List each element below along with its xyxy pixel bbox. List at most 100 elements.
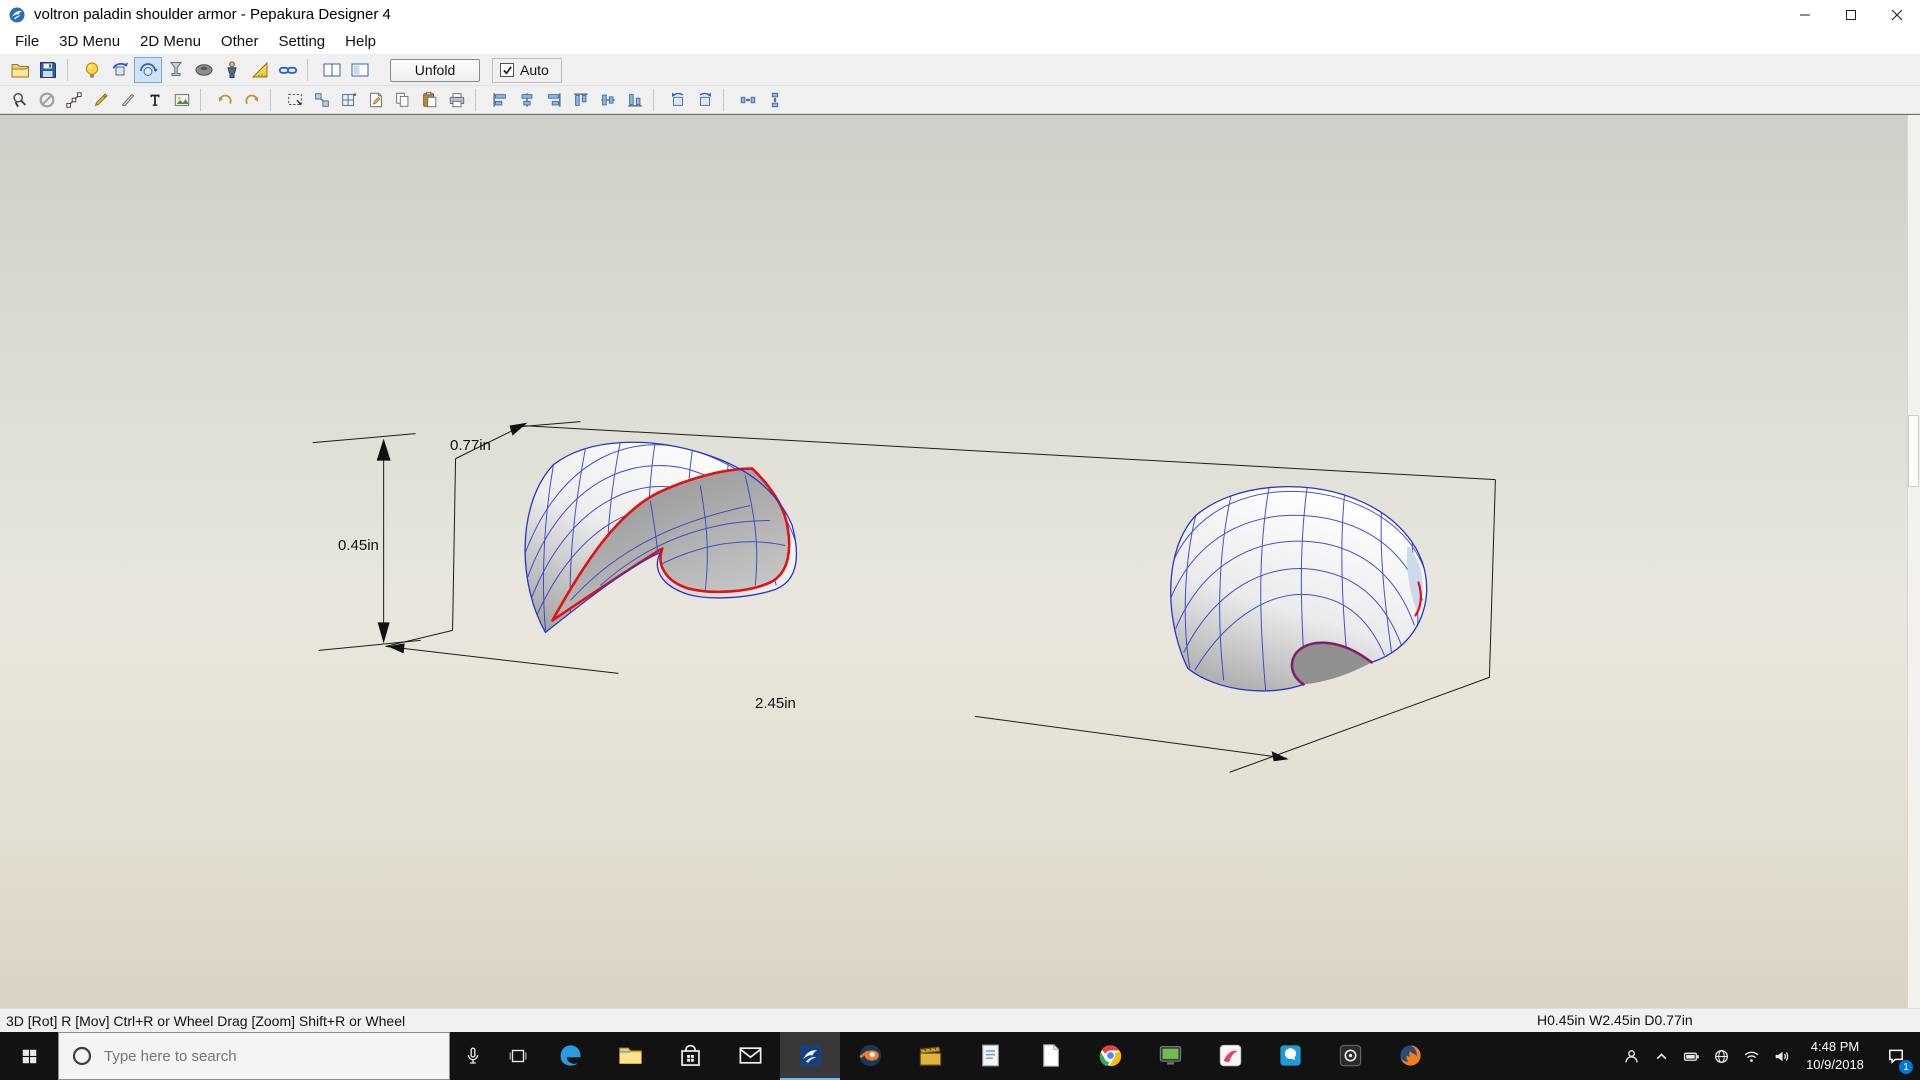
dimension-width-label: 2.45in: [755, 695, 796, 712]
menu-item-2d-menu[interactable]: 2D Menu: [130, 31, 211, 52]
maximize-button[interactable]: [1828, 0, 1874, 29]
clock-time: 4:48 PM: [1810, 1038, 1860, 1054]
notepad-icon[interactable]: [960, 1032, 1020, 1080]
single-view-icon[interactable]: [346, 57, 374, 83]
start-button[interactable]: [0, 1032, 58, 1080]
menu-item-setting[interactable]: Setting: [268, 31, 335, 52]
select-window-icon[interactable]: [281, 88, 308, 112]
action-center-icon[interactable]: 1: [1874, 1032, 1918, 1080]
chrome-icon[interactable]: [1080, 1032, 1140, 1080]
distribute-v-icon[interactable]: [761, 88, 788, 112]
link-icon[interactable]: [274, 57, 302, 83]
rotate-view-icon[interactable]: [134, 57, 162, 83]
edge-edit-icon[interactable]: [60, 88, 87, 112]
dimension-depth-label: 0.77in: [450, 437, 491, 454]
chevron-up-icon[interactable]: [1646, 1032, 1676, 1080]
menu-item-help[interactable]: Help: [335, 31, 386, 52]
document-icon[interactable]: [1020, 1032, 1080, 1080]
rotate-right-icon[interactable]: [691, 88, 718, 112]
auto-checkbox-label: Auto: [520, 62, 549, 78]
viewport-scrollbar[interactable]: [1907, 115, 1920, 1008]
align-middle-v-icon[interactable]: [594, 88, 621, 112]
store-icon[interactable]: [660, 1032, 720, 1080]
menu-item-file[interactable]: File: [5, 31, 49, 52]
minimize-button[interactable]: [1782, 0, 1828, 29]
task-view-icon[interactable]: [495, 1032, 540, 1080]
chat-icon[interactable]: [1260, 1032, 1320, 1080]
pepakura-window: voltron paladin shoulder armor - Pepakur…: [0, 0, 1920, 1080]
edge-icon[interactable]: [540, 1032, 600, 1080]
pepakura-icon[interactable]: [780, 1032, 840, 1080]
undo-icon[interactable]: [211, 88, 238, 112]
open-folder-icon[interactable]: [6, 57, 34, 83]
search-input[interactable]: [104, 1047, 404, 1065]
dimension-height-label: 0.45in: [338, 537, 379, 554]
align-left-icon[interactable]: [486, 88, 513, 112]
image-icon[interactable]: [168, 88, 195, 112]
toolbar-separator: [653, 88, 661, 111]
redo-icon[interactable]: [238, 88, 265, 112]
battery-icon[interactable]: [1676, 1032, 1706, 1080]
toolbar-separator: [270, 88, 278, 111]
move-part-icon[interactable]: [308, 88, 335, 112]
paint-icon[interactable]: [1200, 1032, 1260, 1080]
select-icon[interactable]: [6, 88, 33, 112]
distribute-h-icon[interactable]: [734, 88, 761, 112]
align-right-icon[interactable]: [540, 88, 567, 112]
align-top-icon[interactable]: [567, 88, 594, 112]
unfold-button[interactable]: Unfold: [390, 58, 480, 82]
align-center-h-icon[interactable]: [513, 88, 540, 112]
figure-icon[interactable]: [218, 57, 246, 83]
auto-unfold-option[interactable]: Auto: [492, 57, 562, 83]
toolbar-main-buttons: [6, 57, 374, 83]
mail-icon[interactable]: [720, 1032, 780, 1080]
menu-item-3d-menu[interactable]: 3D Menu: [49, 31, 130, 52]
taskbar: 4:48 PM 10/9/2018 1: [0, 1032, 1920, 1080]
microphone-icon[interactable]: [450, 1032, 495, 1080]
blender-icon[interactable]: [840, 1032, 900, 1080]
scene-3d: [312, 421, 1496, 773]
taskbar-clock[interactable]: 4:48 PM 10/9/2018: [1796, 1038, 1874, 1074]
split-view-icon[interactable]: [318, 57, 346, 83]
taskbar-search[interactable]: [58, 1032, 450, 1080]
shoulder-mesh-left[interactable]: [522, 441, 798, 634]
rotate-object-icon[interactable]: [106, 57, 134, 83]
goblet-icon[interactable]: [162, 57, 190, 83]
light-bulb-icon[interactable]: [78, 57, 106, 83]
auto-checkbox[interactable]: [500, 63, 514, 77]
text-icon[interactable]: [141, 88, 168, 112]
menu-item-other[interactable]: Other: [211, 31, 269, 52]
media-icon[interactable]: [1320, 1032, 1380, 1080]
wifi-icon[interactable]: [1736, 1032, 1766, 1080]
clapperboard-icon[interactable]: [900, 1032, 960, 1080]
copy-page-icon[interactable]: [389, 88, 416, 112]
save-icon[interactable]: [34, 57, 62, 83]
status-dimensions-text: H0.45in W2.45in D0.77in: [1537, 1012, 1693, 1028]
knife-icon[interactable]: [114, 88, 141, 112]
rotate-left-icon[interactable]: [664, 88, 691, 112]
window-title: voltron paladin shoulder armor - Pepakur…: [34, 6, 391, 23]
note-icon[interactable]: [362, 88, 389, 112]
close-button[interactable]: [1874, 0, 1920, 29]
align-bottom-icon[interactable]: [621, 88, 648, 112]
menubar: File 3D Menu 2D Menu Other Setting Help: [0, 29, 1920, 55]
toolbar-separator: [723, 88, 731, 111]
viewport-3d[interactable]: 0.77in 0.45in 2.45in: [0, 114, 1920, 1008]
file-explorer-icon[interactable]: [600, 1032, 660, 1080]
divide-icon[interactable]: [335, 88, 362, 112]
pen-icon[interactable]: [87, 88, 114, 112]
ruler-icon[interactable]: [246, 57, 274, 83]
globe-icon[interactable]: [1706, 1032, 1736, 1080]
disable-edit-icon[interactable]: [33, 88, 60, 112]
user-icon[interactable]: [1616, 1032, 1646, 1080]
solid-view-icon[interactable]: [190, 57, 218, 83]
capture-icon[interactable]: [1140, 1032, 1200, 1080]
viewport-scrollbar-thumb[interactable]: [1908, 415, 1919, 487]
volume-icon[interactable]: [1766, 1032, 1796, 1080]
print-icon[interactable]: [443, 88, 470, 112]
toolbar-separator: [200, 88, 208, 111]
firefox-icon[interactable]: [1380, 1032, 1440, 1080]
shoulder-mesh-right[interactable]: [1168, 484, 1428, 692]
paste-icon[interactable]: [416, 88, 443, 112]
clock-date: 10/9/2018: [1806, 1057, 1864, 1072]
